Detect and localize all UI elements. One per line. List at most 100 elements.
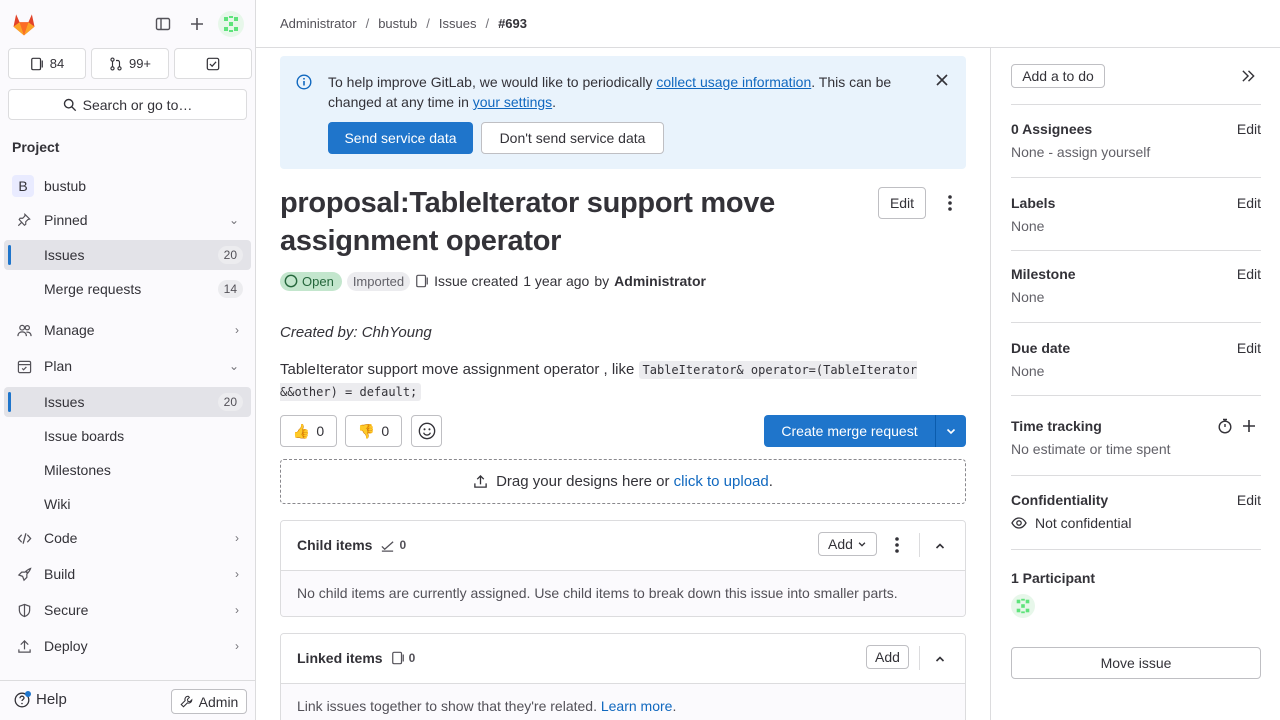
sidebar-item-build[interactable]: Build › <box>4 559 251 589</box>
assignees-section: 0 Assignees Edit None - assign yourself <box>1011 121 1261 178</box>
divider <box>919 646 920 670</box>
status-badge: Open <box>280 271 342 291</box>
sidebar-item-pinned-merge-requests[interactable]: Merge requests 14 <box>4 274 251 304</box>
close-icon[interactable] <box>936 74 948 86</box>
chevron-up-icon[interactable] <box>934 653 946 665</box>
usage-data-alert: To help improve GitLab, we would like to… <box>280 56 966 169</box>
issue-title: proposal:TableIterator support move assi… <box>280 187 775 257</box>
task-done-icon <box>381 540 395 552</box>
sidebar-item-milestones[interactable]: Milestones <box>4 455 251 485</box>
help-icon <box>14 690 31 708</box>
send-service-data-button[interactable]: Send service data <box>328 122 473 154</box>
move-issue-button[interactable]: Move issue <box>1011 647 1261 679</box>
linked-items-body: Link issues together to show that they'r… <box>281 684 965 720</box>
sidebar-item-label: Issues <box>44 394 85 410</box>
edit-title-button[interactable]: Edit <box>878 187 926 219</box>
sidebar-item-issue-boards[interactable]: Issue boards <box>4 421 251 451</box>
your-settings-link[interactable]: your settings <box>473 94 552 110</box>
breadcrumb-item[interactable]: Issues <box>439 16 477 31</box>
assignees-value[interactable]: None - assign yourself <box>1011 144 1150 160</box>
collect-usage-link[interactable]: collect usage information <box>656 74 811 90</box>
confidentiality-title: Confidentiality <box>1011 492 1109 508</box>
status-text: Open <box>302 273 334 289</box>
dont-send-service-data-button[interactable]: Don't send service data <box>481 122 664 154</box>
child-items-card: Child items 0 Add No child items are cur… <box>280 520 966 617</box>
sidebar-item-label: Merge requests <box>44 281 142 297</box>
more-actions-icon[interactable] <box>893 536 901 554</box>
sidebar-item-manage[interactable]: Manage › <box>4 315 251 345</box>
deploy-label: Deploy <box>44 638 88 654</box>
child-items-title: Child items <box>297 537 373 553</box>
created-time[interactable]: 1 year ago <box>523 273 589 289</box>
user-avatar[interactable] <box>218 11 244 37</box>
merge-requests-count-button[interactable]: 99+ <box>91 48 169 79</box>
due-date-edit[interactable]: Edit <box>1237 340 1261 356</box>
sidebar-toggle-icon[interactable] <box>152 13 174 35</box>
plus-icon[interactable] <box>186 13 208 35</box>
sidebar-item-label: Issue boards <box>44 428 125 444</box>
eye-icon <box>1011 517 1027 529</box>
count-badge: 14 <box>217 280 243 298</box>
top-bar: Administrator / bustub / Issues / #693 <box>256 0 1280 48</box>
plus-icon[interactable] <box>1241 418 1257 434</box>
create-merge-request-button[interactable]: Create merge request <box>764 415 935 447</box>
chevron-up-icon[interactable] <box>934 540 946 552</box>
issues-count-button[interactable]: 84 <box>8 48 86 79</box>
project-avatar: B <box>12 175 34 197</box>
more-actions-icon[interactable] <box>946 194 954 212</box>
learn-more-link[interactable]: Learn more <box>601 698 673 714</box>
collapse-sidebar-icon[interactable] <box>1241 69 1256 83</box>
issues-icon <box>391 651 404 665</box>
sidebar-item-project[interactable]: B bustub <box>4 171 251 201</box>
gitlab-logo[interactable] <box>10 10 38 38</box>
breadcrumb-item[interactable]: Administrator <box>280 16 357 31</box>
child-items-add-button[interactable]: Add <box>818 532 877 556</box>
click-to-upload-link[interactable]: click to upload <box>674 473 769 490</box>
sidebar-item-code[interactable]: Code › <box>4 523 251 553</box>
participant-avatar[interactable] <box>1011 594 1035 618</box>
confidentiality-edit[interactable]: Edit <box>1237 492 1261 508</box>
labels-edit[interactable]: Edit <box>1237 195 1261 211</box>
pinned-label: Pinned <box>44 212 88 228</box>
design-upload-zone[interactable]: Drag your designs here or click to uploa… <box>280 459 966 504</box>
admin-button[interactable]: Admin <box>171 689 247 714</box>
sidebar-item-plan[interactable]: Plan ⌄ <box>4 351 251 381</box>
create-mr-dropdown[interactable] <box>935 415 966 447</box>
thumbs-up-button[interactable]: 👍 0 <box>280 415 337 447</box>
sidebar-item-wiki[interactable]: Wiki <box>4 489 251 519</box>
code-icon <box>16 530 32 546</box>
sidebar-item-deploy[interactable]: Deploy › <box>4 631 251 661</box>
assignees-edit[interactable]: Edit <box>1237 121 1261 137</box>
breadcrumb-current[interactable]: #693 <box>498 16 527 31</box>
milestone-section: Milestone Edit None <box>1011 266 1261 323</box>
search-button[interactable]: Search or go to… <box>8 89 247 120</box>
help-button[interactable]: Help <box>14 690 67 708</box>
thumbs-down-button[interactable]: 👎 0 <box>345 415 402 447</box>
milestone-edit[interactable]: Edit <box>1237 266 1261 282</box>
alert-text-part: . <box>552 94 557 110</box>
sidebar-item-pinned[interactable]: Pinned ⌄ <box>4 205 251 235</box>
breadcrumb-item[interactable]: bustub <box>378 16 417 31</box>
breadcrumb-separator: / <box>485 16 490 31</box>
sidebar-item-pinned-issues[interactable]: Issues 20 <box>4 240 251 270</box>
imported-badge: Imported <box>346 271 411 291</box>
sidebar-section-title: Project <box>12 139 60 155</box>
linked-items-add-button[interactable]: Add <box>866 645 909 669</box>
milestone-value: None <box>1011 289 1045 305</box>
sidebar-item-plan-issues[interactable]: Issues 20 <box>4 387 251 417</box>
info-icon <box>296 74 312 90</box>
sidebar-item-secure[interactable]: Secure › <box>4 595 251 625</box>
admin-label: Admin <box>198 693 239 710</box>
add-todo-button[interactable]: Add a to do <box>1011 64 1105 88</box>
todos-button[interactable] <box>174 48 252 79</box>
child-items-header: Child items 0 Add <box>281 521 965 571</box>
child-items-empty-text: No child items are currently assigned. U… <box>297 585 898 601</box>
stopwatch-icon[interactable] <box>1217 418 1233 434</box>
sidebar-item-label: Wiki <box>44 496 71 512</box>
todo-icon <box>206 57 220 70</box>
chevron-right-icon: › <box>235 603 239 617</box>
add-reaction-button[interactable] <box>411 415 442 447</box>
created-by-text: Created by: ChhYoung <box>280 324 432 341</box>
author-link[interactable]: Administrator <box>614 273 706 289</box>
chevron-right-icon: › <box>235 567 239 581</box>
